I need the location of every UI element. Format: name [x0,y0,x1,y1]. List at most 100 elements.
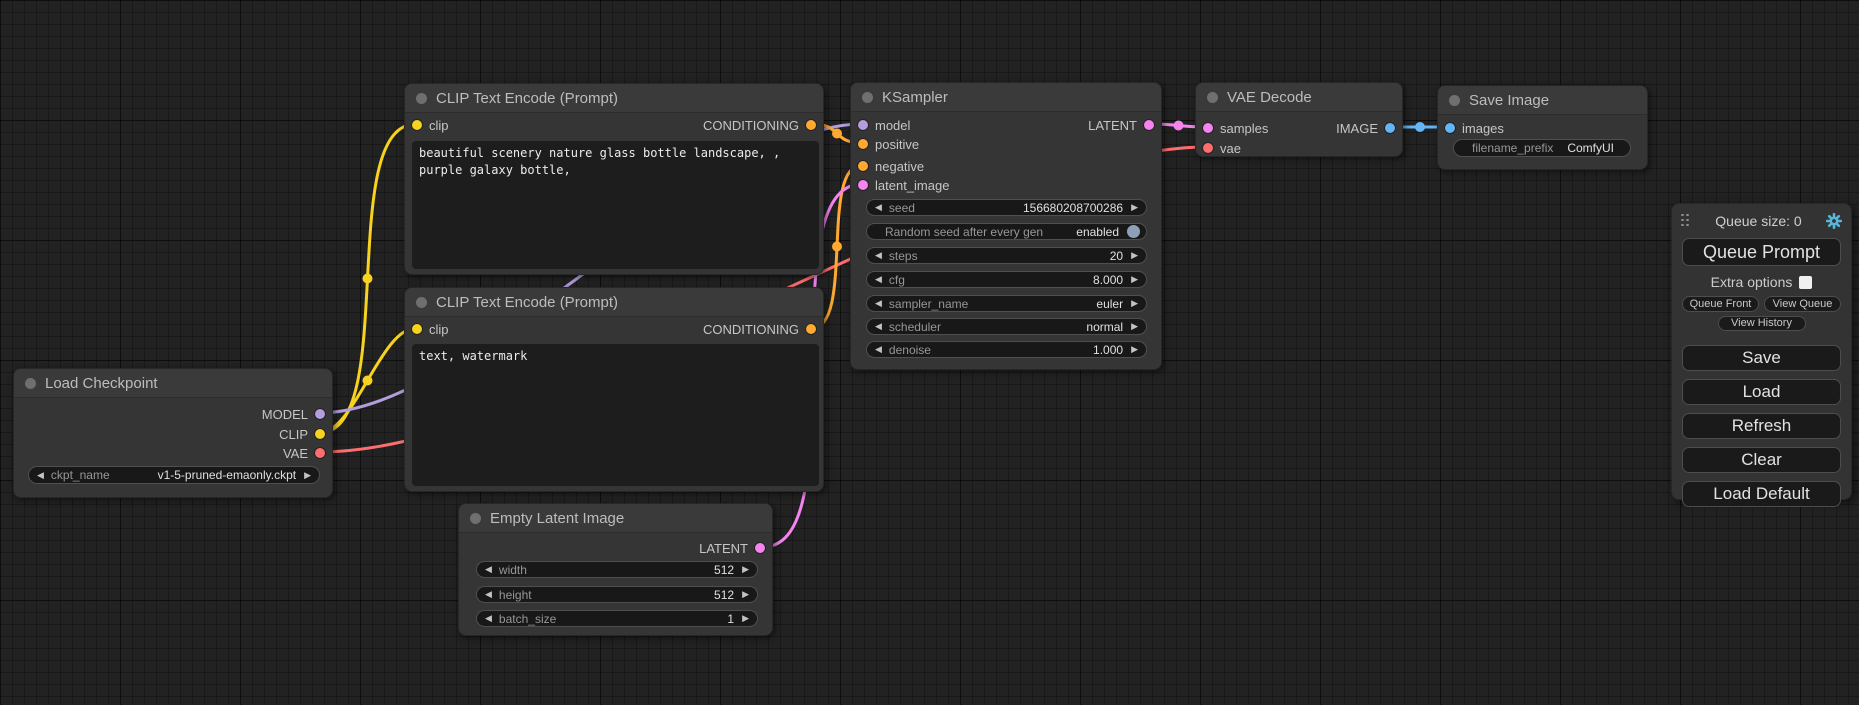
latent-port-dot-icon[interactable] [858,180,868,190]
node-clip-text-encode-positive[interactable]: CLIP Text Encode (Prompt) clip CONDITION… [404,83,824,275]
graph-canvas[interactable]: Load Checkpoint MODEL CLIP VAE ckpt_name… [0,0,1859,705]
positive-prompt-textarea[interactable]: beautiful scenery nature glass bottle la… [412,141,819,269]
model-port-dot-icon[interactable] [315,409,325,419]
node-load-checkpoint[interactable]: Load Checkpoint MODEL CLIP VAE ckpt_name… [13,368,333,498]
decrement-arrow-icon[interactable] [485,614,492,623]
collapse-dot-icon[interactable] [1449,95,1460,106]
input-port-clip[interactable]: clip [412,322,449,336]
decrement-arrow-icon[interactable] [875,203,882,212]
output-port-image[interactable]: IMAGE [1336,121,1395,135]
increment-arrow-icon[interactable] [742,590,749,599]
denoise-widget[interactable]: denoise 1.000 [866,341,1147,358]
decrement-arrow-icon[interactable] [37,471,44,480]
collapse-dot-icon[interactable] [416,297,427,308]
wire-midpoint-latent-to-vae-decode[interactable] [1174,121,1184,131]
collapse-dot-icon[interactable] [1207,92,1218,103]
decrement-arrow-icon[interactable] [875,299,882,308]
drag-handle-icon[interactable] [1681,214,1691,229]
node-ksampler[interactable]: KSampler model positive negative latent_… [850,82,1162,370]
increment-arrow-icon[interactable] [1131,345,1138,354]
node-titlebar[interactable]: CLIP Text Encode (Prompt) [405,84,823,113]
cfg-widget[interactable]: cfg 8.000 [866,271,1147,288]
vae-port-dot-icon[interactable] [1203,143,1213,153]
node-titlebar[interactable]: CLIP Text Encode (Prompt) [405,288,823,317]
increment-arrow-icon[interactable] [304,471,311,480]
wire-midpoint-clip-to-negative-clip[interactable] [363,376,373,386]
output-port-vae[interactable]: VAE [283,446,325,460]
node-empty-latent-image[interactable]: Empty Latent Image LATENT width 512 heig… [458,503,773,636]
batch-size-widget[interactable]: batch_size 1 [476,610,758,627]
image-port-dot-icon[interactable] [1445,123,1455,133]
save-button[interactable]: Save [1682,345,1841,371]
clip-port-dot-icon[interactable] [315,429,325,439]
node-save-image[interactable]: Save Image images filename_prefix ComfyU… [1437,85,1648,170]
load-default-button[interactable]: Load Default [1682,481,1841,507]
wire-midpoint-clip-to-positive-clip[interactable] [363,274,373,284]
input-port-images[interactable]: images [1445,121,1504,135]
steps-widget[interactable]: steps 20 [866,247,1147,264]
input-port-latent-image[interactable]: latent_image [858,178,949,192]
clip-port-dot-icon[interactable] [412,324,422,334]
node-titlebar[interactable]: Load Checkpoint [14,369,332,398]
settings-gear-icon[interactable] [1826,213,1842,229]
node-titlebar[interactable]: Save Image [1438,86,1647,115]
model-port-dot-icon[interactable] [858,120,868,130]
conditioning-port-dot-icon[interactable] [806,120,816,130]
conditioning-port-dot-icon[interactable] [806,324,816,334]
clip-port-dot-icon[interactable] [412,120,422,130]
output-port-conditioning[interactable]: CONDITIONING [703,322,816,336]
collapse-dot-icon[interactable] [416,93,427,104]
wire-midpoint-positive-conditioning[interactable] [832,129,842,139]
seed-widget[interactable]: seed 156680208700286 [866,199,1147,216]
latent-port-dot-icon[interactable] [755,543,765,553]
node-titlebar[interactable]: VAE Decode [1196,83,1402,112]
ckpt-name-widget[interactable]: ckpt_name v1-5-pruned-emaonly.ckpt [28,466,320,484]
filename-prefix-widget[interactable]: filename_prefix ComfyUI [1453,139,1631,157]
refresh-button[interactable]: Refresh [1682,413,1841,439]
node-titlebar[interactable]: KSampler [851,83,1161,112]
input-port-negative[interactable]: negative [858,159,924,173]
increment-arrow-icon[interactable] [1131,299,1138,308]
output-port-latent[interactable]: LATENT [699,541,765,555]
decrement-arrow-icon[interactable] [875,275,882,284]
input-port-vae[interactable]: vae [1203,141,1241,155]
node-clip-text-encode-negative[interactable]: CLIP Text Encode (Prompt) clip CONDITION… [404,287,824,492]
random-seed-widget[interactable]: Random seed after every gen enabled [866,223,1147,240]
output-port-clip[interactable]: CLIP [279,427,325,441]
latent-port-dot-icon[interactable] [1203,123,1213,133]
height-widget[interactable]: height 512 [476,586,758,603]
input-port-positive[interactable]: positive [858,137,919,151]
scheduler-widget[interactable]: scheduler normal [866,318,1147,335]
output-port-model[interactable]: MODEL [262,407,325,421]
input-port-clip[interactable]: clip [412,118,449,132]
queue-front-button[interactable]: Queue Front [1682,296,1759,312]
negative-prompt-textarea[interactable]: text, watermark [412,344,819,486]
vae-port-dot-icon[interactable] [315,448,325,458]
width-widget[interactable]: width 512 [476,561,758,578]
decrement-arrow-icon[interactable] [485,590,492,599]
increment-arrow-icon[interactable] [742,565,749,574]
decrement-arrow-icon[interactable] [485,565,492,574]
view-history-button[interactable]: View History [1718,316,1806,331]
conditioning-port-dot-icon[interactable] [858,161,868,171]
node-vae-decode[interactable]: VAE Decode samples vae IMAGE [1195,82,1403,157]
output-port-latent[interactable]: LATENT [1088,118,1154,132]
latent-port-dot-icon[interactable] [1144,120,1154,130]
extra-options-checkbox[interactable] [1799,276,1812,289]
toggle-icon[interactable] [1127,225,1140,238]
increment-arrow-icon[interactable] [1131,275,1138,284]
collapse-dot-icon[interactable] [470,513,481,524]
increment-arrow-icon[interactable] [1131,322,1138,331]
conditioning-port-dot-icon[interactable] [858,139,868,149]
sampler-name-widget[interactable]: sampler_name euler [866,295,1147,312]
image-port-dot-icon[interactable] [1385,123,1395,133]
decrement-arrow-icon[interactable] [875,251,882,260]
view-queue-button[interactable]: View Queue [1764,296,1841,312]
node-titlebar[interactable]: Empty Latent Image [459,504,772,533]
increment-arrow-icon[interactable] [742,614,749,623]
collapse-dot-icon[interactable] [25,378,36,389]
wire-midpoint-image-to-save[interactable] [1415,122,1425,132]
collapse-dot-icon[interactable] [862,92,873,103]
queue-prompt-button[interactable]: Queue Prompt [1682,238,1841,266]
clear-button[interactable]: Clear [1682,447,1841,473]
